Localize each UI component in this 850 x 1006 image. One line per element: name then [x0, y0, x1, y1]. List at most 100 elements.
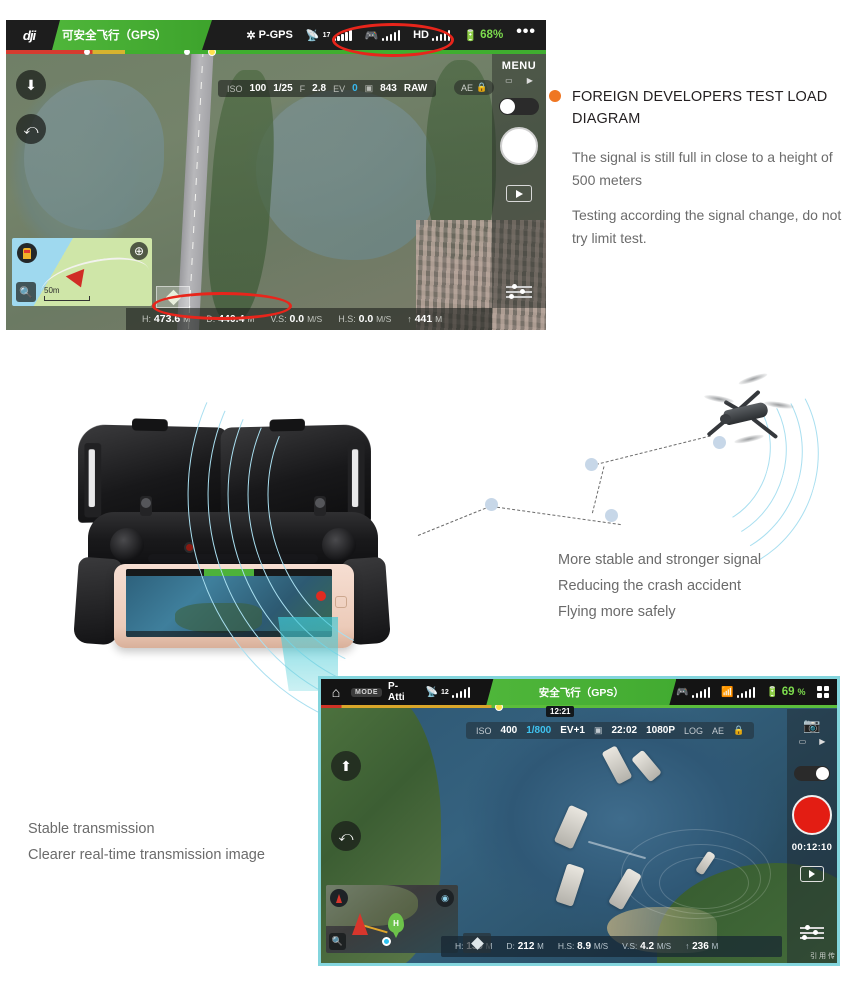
return-to-home-button[interactable]: ⤺: [16, 114, 46, 144]
satellite-icon: 📡: [425, 686, 439, 698]
camera-settings-bar-bottom[interactable]: ISO 400 1/800 EV+1 ▣ 22:02 1080P LOG AE …: [466, 722, 755, 739]
callout-paragraph: Testing according the signal change, do …: [572, 207, 842, 246]
horizontal-speed-value: 0.0: [358, 313, 374, 325]
photo-video-toggle[interactable]: [499, 98, 539, 115]
drone-gimbal-camera-icon: [720, 414, 731, 424]
shots-remaining: 843: [380, 83, 397, 94]
satellite-bars-icon: [451, 686, 471, 698]
altitude-value: 236: [692, 941, 709, 952]
auto-takeoff-button[interactable]: ⬆: [331, 751, 361, 781]
boat: [631, 749, 662, 783]
hd-video-signal-indicator[interactable]: HD: [413, 29, 451, 41]
photo-video-toggle[interactable]: [794, 766, 830, 781]
ae-lock-button[interactable]: AE 🔒: [454, 80, 495, 95]
camera-switch-icon[interactable]: 📷: [803, 717, 820, 734]
sd-card-icon: ▣: [593, 725, 603, 735]
boat: [553, 804, 589, 850]
shutter-value: 1/800: [526, 725, 552, 736]
return-to-home-button[interactable]: ⤺: [331, 821, 361, 851]
toggle-knob: [500, 99, 515, 114]
height-label: H:: [142, 314, 151, 324]
iso-label: ISO: [476, 725, 492, 736]
distance-unit: M: [537, 942, 544, 951]
settings-sliders-icon[interactable]: [506, 284, 532, 299]
video-link-icon: 📶: [721, 686, 734, 698]
grid-menu-icon[interactable]: [816, 685, 829, 699]
minimap-top[interactable]: ⊕ 🔍 50m: [12, 238, 152, 306]
camera-settings-bar-top[interactable]: ISO 100 1/25 F 2.8 EV 0 ▣ 843 RAW: [218, 80, 437, 97]
gps-status-banner: 可安全飞行（GPS）: [52, 20, 212, 50]
home-icon[interactable]: ⌂: [321, 684, 351, 700]
transmission-line: Clearer real-time transmission image: [28, 847, 265, 864]
vertical-speed-label: V.S:: [622, 941, 638, 951]
sd-card-icon: ▣: [364, 83, 374, 93]
bottom-flight-app-screenshot: ⌂ MODE P-Atti 📡 12 安全飞行（GPS） 🎮 📶 🔋 69 %: [318, 676, 840, 966]
ev-label: EV: [333, 83, 346, 94]
map-zoom-button[interactable]: 🔍: [16, 282, 36, 302]
photo-format: RAW: [403, 83, 428, 94]
horizontal-speed-unit: M/S: [593, 942, 609, 951]
treeline-center: [202, 70, 280, 320]
satellite-signal-indicator[interactable]: 📡 17: [306, 29, 352, 42]
satellite-count: 12: [441, 688, 449, 696]
playback-button[interactable]: [506, 185, 532, 202]
settings-sliders-icon[interactable]: [800, 925, 824, 940]
map-scale-label: 50m: [44, 286, 60, 295]
callout-title: FOREIGN DEVELOPERS TEST LOAD DIAGRAM: [572, 89, 828, 128]
drone-propeller: [733, 432, 765, 446]
map-toggle-button-top[interactable]: [156, 286, 190, 308]
dji-logo: dji: [22, 27, 36, 43]
timestamp-badge: 12:21: [546, 706, 575, 717]
telemetry-bar-top: H: 473.6 M D: 440.4 M V.S: 0.0 M/S H.S: …: [126, 308, 492, 330]
map-zoom-button[interactable]: 🔍: [329, 933, 346, 950]
remote-bars-icon: [691, 686, 711, 698]
resolution-value: 1080P: [646, 725, 675, 736]
hd-label: HD: [413, 29, 429, 41]
more-menu-button[interactable]: •••: [516, 24, 536, 40]
telemetry-bar-bottom: H: 139 M D: 212 M H.S: 8.9 M/S V.S: 4.2 …: [441, 936, 782, 957]
hd-bars-icon: [431, 29, 451, 41]
quadcopter-drone: [690, 371, 800, 452]
record-button[interactable]: [792, 795, 832, 835]
minimap-bottom[interactable]: ◉ H 🔍: [326, 885, 458, 953]
distance-label: D:: [206, 314, 216, 324]
callout-paragraph: The signal is still full in close to a h…: [572, 148, 833, 188]
satellite-signal-indicator[interactable]: 📡 12: [425, 686, 471, 698]
watermark-label: 引 用 传: [810, 953, 835, 960]
boat: [555, 863, 585, 907]
horizontal-speed-label: H.S:: [338, 314, 356, 324]
battery-indicator[interactable]: 🔋 68%: [463, 29, 503, 42]
battery-indicator[interactable]: 🔋 69 %: [766, 686, 805, 698]
flight-mode-indicator[interactable]: ✲ P-GPS: [246, 29, 292, 42]
bullet-dot-icon: [549, 90, 561, 102]
left-control-stack-top: ⬇ ⤺: [16, 70, 46, 158]
map-scale-bar: [44, 296, 90, 301]
remote-signal-indicator[interactable]: 🎮: [365, 29, 401, 42]
distance-label: D:: [506, 941, 515, 951]
ev-value: EV+1: [560, 725, 585, 736]
distance-value: 212: [517, 941, 535, 952]
video-icon: ▶: [526, 76, 533, 85]
menu-button[interactable]: MENU: [502, 60, 536, 72]
auto-takeoff-button[interactable]: ⬇: [16, 70, 46, 100]
home-pin-marker: H: [388, 913, 404, 938]
altitude-unit: M: [711, 942, 719, 951]
recenter-button[interactable]: ⊕: [130, 242, 148, 260]
boat: [601, 745, 633, 785]
flight-mode-label[interactable]: P-Atti: [388, 681, 412, 703]
vertical-speed-label: V.S:: [270, 314, 287, 324]
horizontal-speed-unit: M/S: [376, 314, 392, 324]
compass-icon[interactable]: [330, 889, 348, 907]
photo-icon: ▭: [505, 76, 513, 85]
satellite-view-button[interactable]: ◉: [436, 889, 454, 907]
hood-clip-left: [84, 442, 102, 518]
remote-bars-icon: [381, 29, 401, 41]
joystick-left[interactable]: [110, 528, 144, 562]
hd-video-signal-indicator[interactable]: 📶: [721, 686, 756, 698]
remote-signal-indicator[interactable]: 🎮: [676, 686, 711, 698]
right-control-stack-top: MENU ▭ ▶: [492, 54, 546, 308]
playback-button[interactable]: [800, 866, 824, 882]
map-toggle-button-bottom[interactable]: [463, 933, 491, 953]
iso-value: 400: [500, 725, 518, 736]
shutter-button[interactable]: [500, 127, 538, 165]
